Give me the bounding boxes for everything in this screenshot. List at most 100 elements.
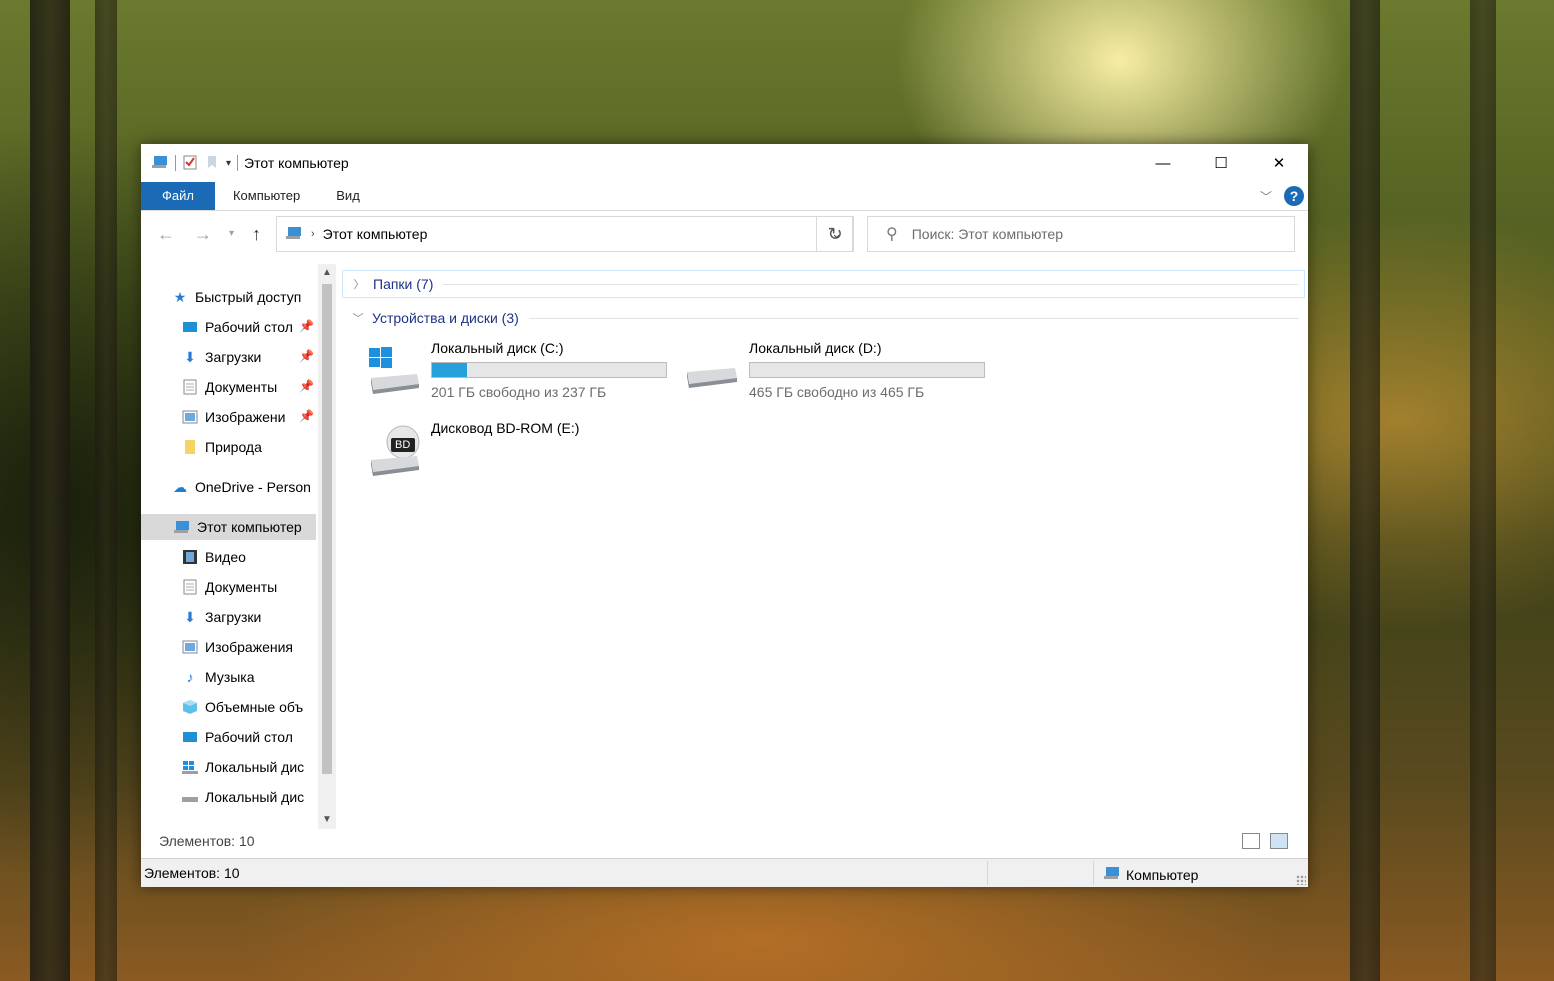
drive-icon xyxy=(181,788,199,806)
pin-icon: 📌 xyxy=(299,379,314,393)
pin-icon: 📌 xyxy=(299,409,314,423)
tab-file[interactable]: Файл xyxy=(141,182,215,210)
search-box[interactable]: ⚲ Поиск: Этот компьютер xyxy=(867,216,1295,252)
nav-desktop[interactable]: Рабочий стол xyxy=(181,724,293,750)
download-icon: ⬇ xyxy=(184,348,196,365)
scroll-down-icon[interactable]: ▼ xyxy=(318,811,336,829)
chevron-down-icon: ﹀ xyxy=(352,313,364,325)
drive-c-usage-bar xyxy=(431,362,667,378)
breadcrumb-chevron-icon[interactable]: › xyxy=(311,228,315,240)
drive-e[interactable]: BD Дисковод BD-ROM (E:) xyxy=(367,420,677,484)
music-icon: ♪ xyxy=(186,669,194,685)
navigation-bar: ← → ▾ ↑ › Этот компьютер ⌄ ↻ ⚲ Поиск: Эт… xyxy=(141,216,1308,254)
video-icon xyxy=(181,548,199,566)
status-location: Компьютер xyxy=(1126,866,1199,883)
nav-local-disk-d[interactable]: Локальный дис xyxy=(181,784,304,810)
desktop-icon xyxy=(181,318,199,336)
status-bar: Элементов: 10 Компьютер xyxy=(141,858,1308,887)
drive-d-free: 465 ГБ свободно из 465 ГБ xyxy=(749,384,925,400)
group-devices-label: Устройства и диски (3) xyxy=(372,310,519,326)
minimize-button[interactable]: — xyxy=(1134,144,1192,182)
drive-c-free: 201 ГБ свободно из 237 ГБ xyxy=(431,384,607,400)
nav-pictures[interactable]: Изображения xyxy=(181,634,293,660)
nav-video[interactable]: Видео xyxy=(181,544,246,570)
bd-rom-icon: BD xyxy=(367,424,423,480)
system-drive-icon xyxy=(367,344,423,400)
drive-icon xyxy=(685,344,741,400)
nav-3d-objects[interactable]: Объемные объ xyxy=(181,694,303,720)
resize-grip-icon[interactable] xyxy=(1296,875,1306,885)
nav-quick-access[interactable]: ★ Быстрый доступ xyxy=(171,284,302,310)
search-icon: ⚲ xyxy=(886,226,898,243)
forward-arrow-icon[interactable]: → xyxy=(194,224,212,245)
recent-locations-icon[interactable]: ▾ xyxy=(229,228,234,239)
nav-pictures-quick[interactable]: Изображени xyxy=(181,404,285,430)
up-arrow-icon[interactable]: ↑ xyxy=(252,224,261,245)
folder-icon xyxy=(181,438,199,456)
nav-documents[interactable]: Документы xyxy=(181,574,277,600)
document-icon xyxy=(181,378,199,396)
refresh-button[interactable]: ↻ xyxy=(816,216,854,252)
properties-icon[interactable] xyxy=(182,154,198,173)
pictures-icon xyxy=(181,408,199,426)
large-icons-view-icon[interactable] xyxy=(1270,833,1288,849)
nav-documents-quick[interactable]: Документы xyxy=(181,374,277,400)
desktop-icon xyxy=(181,728,199,746)
address-bar[interactable]: › Этот компьютер ⌄ xyxy=(276,216,853,252)
download-icon: ⬇ xyxy=(184,608,196,625)
view-buttons xyxy=(1242,833,1288,849)
computer-icon xyxy=(173,518,191,536)
computer-icon xyxy=(151,154,169,173)
quick-access-toolbar: ▾ xyxy=(151,154,239,173)
drive-c[interactable]: Локальный диск (C:) 201 ГБ свободно из 2… xyxy=(367,340,677,404)
new-folder-icon[interactable] xyxy=(204,154,220,173)
status-item-count: Элементов: 10 xyxy=(144,865,240,881)
system-drive-icon xyxy=(181,758,199,776)
group-folders[interactable]: 〉 Папки (7) xyxy=(342,270,1305,298)
pictures-icon xyxy=(181,638,199,656)
nav-priroda[interactable]: Природа xyxy=(181,434,262,460)
scroll-up-icon[interactable]: ▲ xyxy=(318,264,336,282)
back-arrow-icon[interactable]: ← xyxy=(157,224,175,245)
customize-toolbar-icon[interactable]: ▾ xyxy=(226,158,231,169)
star-icon: ★ xyxy=(173,288,187,305)
drive-d-usage-bar xyxy=(749,362,985,378)
drive-d-name: Локальный диск (D:) xyxy=(749,340,882,356)
nav-downloads-quick[interactable]: ⬇ Загрузки xyxy=(181,344,261,370)
close-button[interactable]: ✕ xyxy=(1250,144,1308,182)
chevron-right-icon: 〉 xyxy=(353,279,365,291)
ribbon-tabs: Файл Компьютер Вид ﹀ ? xyxy=(141,182,1308,211)
breadcrumb-this-pc[interactable]: Этот компьютер xyxy=(323,226,428,242)
nav-scrollbar[interactable]: ▲ ▼ xyxy=(318,264,336,829)
group-devices[interactable]: ﹀ Устройства и диски (3) xyxy=(342,304,1305,332)
nav-desktop-quick[interactable]: Рабочий стол xyxy=(181,314,293,340)
computer-icon xyxy=(285,225,303,244)
search-placeholder: Поиск: Этот компьютер xyxy=(911,226,1063,242)
pin-icon: 📌 xyxy=(299,349,314,363)
tab-view[interactable]: Вид xyxy=(318,182,378,210)
navigation-pane: ★ Быстрый доступ Рабочий стол 📌 ⬇ Загруз… xyxy=(141,264,337,829)
document-icon xyxy=(181,578,199,596)
maximize-button[interactable]: ☐ xyxy=(1192,144,1250,182)
nav-downloads[interactable]: ⬇ Загрузки xyxy=(181,604,261,630)
group-folders-label: Папки (7) xyxy=(373,276,434,292)
scroll-thumb[interactable] xyxy=(322,284,332,774)
tab-computer[interactable]: Компьютер xyxy=(215,182,318,210)
expand-ribbon-icon[interactable]: ﹀ xyxy=(1260,188,1272,205)
details-view-icon[interactable] xyxy=(1242,833,1260,849)
help-button[interactable]: ? xyxy=(1284,186,1304,206)
drive-e-name: Дисковод BD-ROM (E:) xyxy=(431,420,580,436)
explorer-window: ▾ Этот компьютер — ☐ ✕ Файл Компьютер Ви… xyxy=(141,144,1308,887)
content-area: 〉 Папки (7) ﹀ Устройства и диски (3) Лок… xyxy=(341,264,1308,834)
nav-onedrive[interactable]: ☁ OneDrive - Person xyxy=(171,474,311,500)
nav-music[interactable]: ♪ Музыка xyxy=(181,664,255,690)
cube-icon xyxy=(181,698,199,716)
title-bar: ▾ Этот компьютер — ☐ ✕ xyxy=(141,144,1308,182)
computer-icon xyxy=(1103,865,1121,884)
item-count: Элементов: 10 xyxy=(159,833,255,849)
nav-this-pc[interactable]: Этот компьютер xyxy=(141,514,316,540)
window-title: Этот компьютер xyxy=(244,155,349,171)
drive-c-name: Локальный диск (C:) xyxy=(431,340,564,356)
nav-local-disk-c[interactable]: Локальный дис xyxy=(181,754,304,780)
drive-d[interactable]: Локальный диск (D:) 465 ГБ свободно из 4… xyxy=(685,340,995,404)
